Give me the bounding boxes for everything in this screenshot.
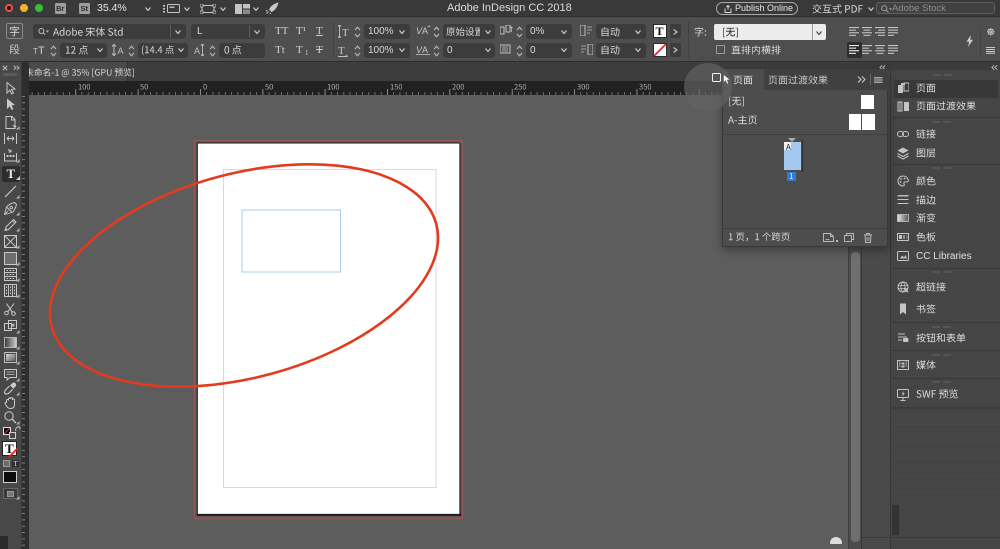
svg-text:A: A bbox=[422, 45, 428, 55]
svg-text:T: T bbox=[342, 27, 349, 38]
svg-text:A: A bbox=[118, 46, 124, 56]
svg-text:A: A bbox=[194, 46, 200, 56]
svg-text:A: A bbox=[422, 26, 428, 36]
svg-text:T: T bbox=[38, 45, 45, 55]
svg-text:T: T bbox=[338, 45, 345, 57]
